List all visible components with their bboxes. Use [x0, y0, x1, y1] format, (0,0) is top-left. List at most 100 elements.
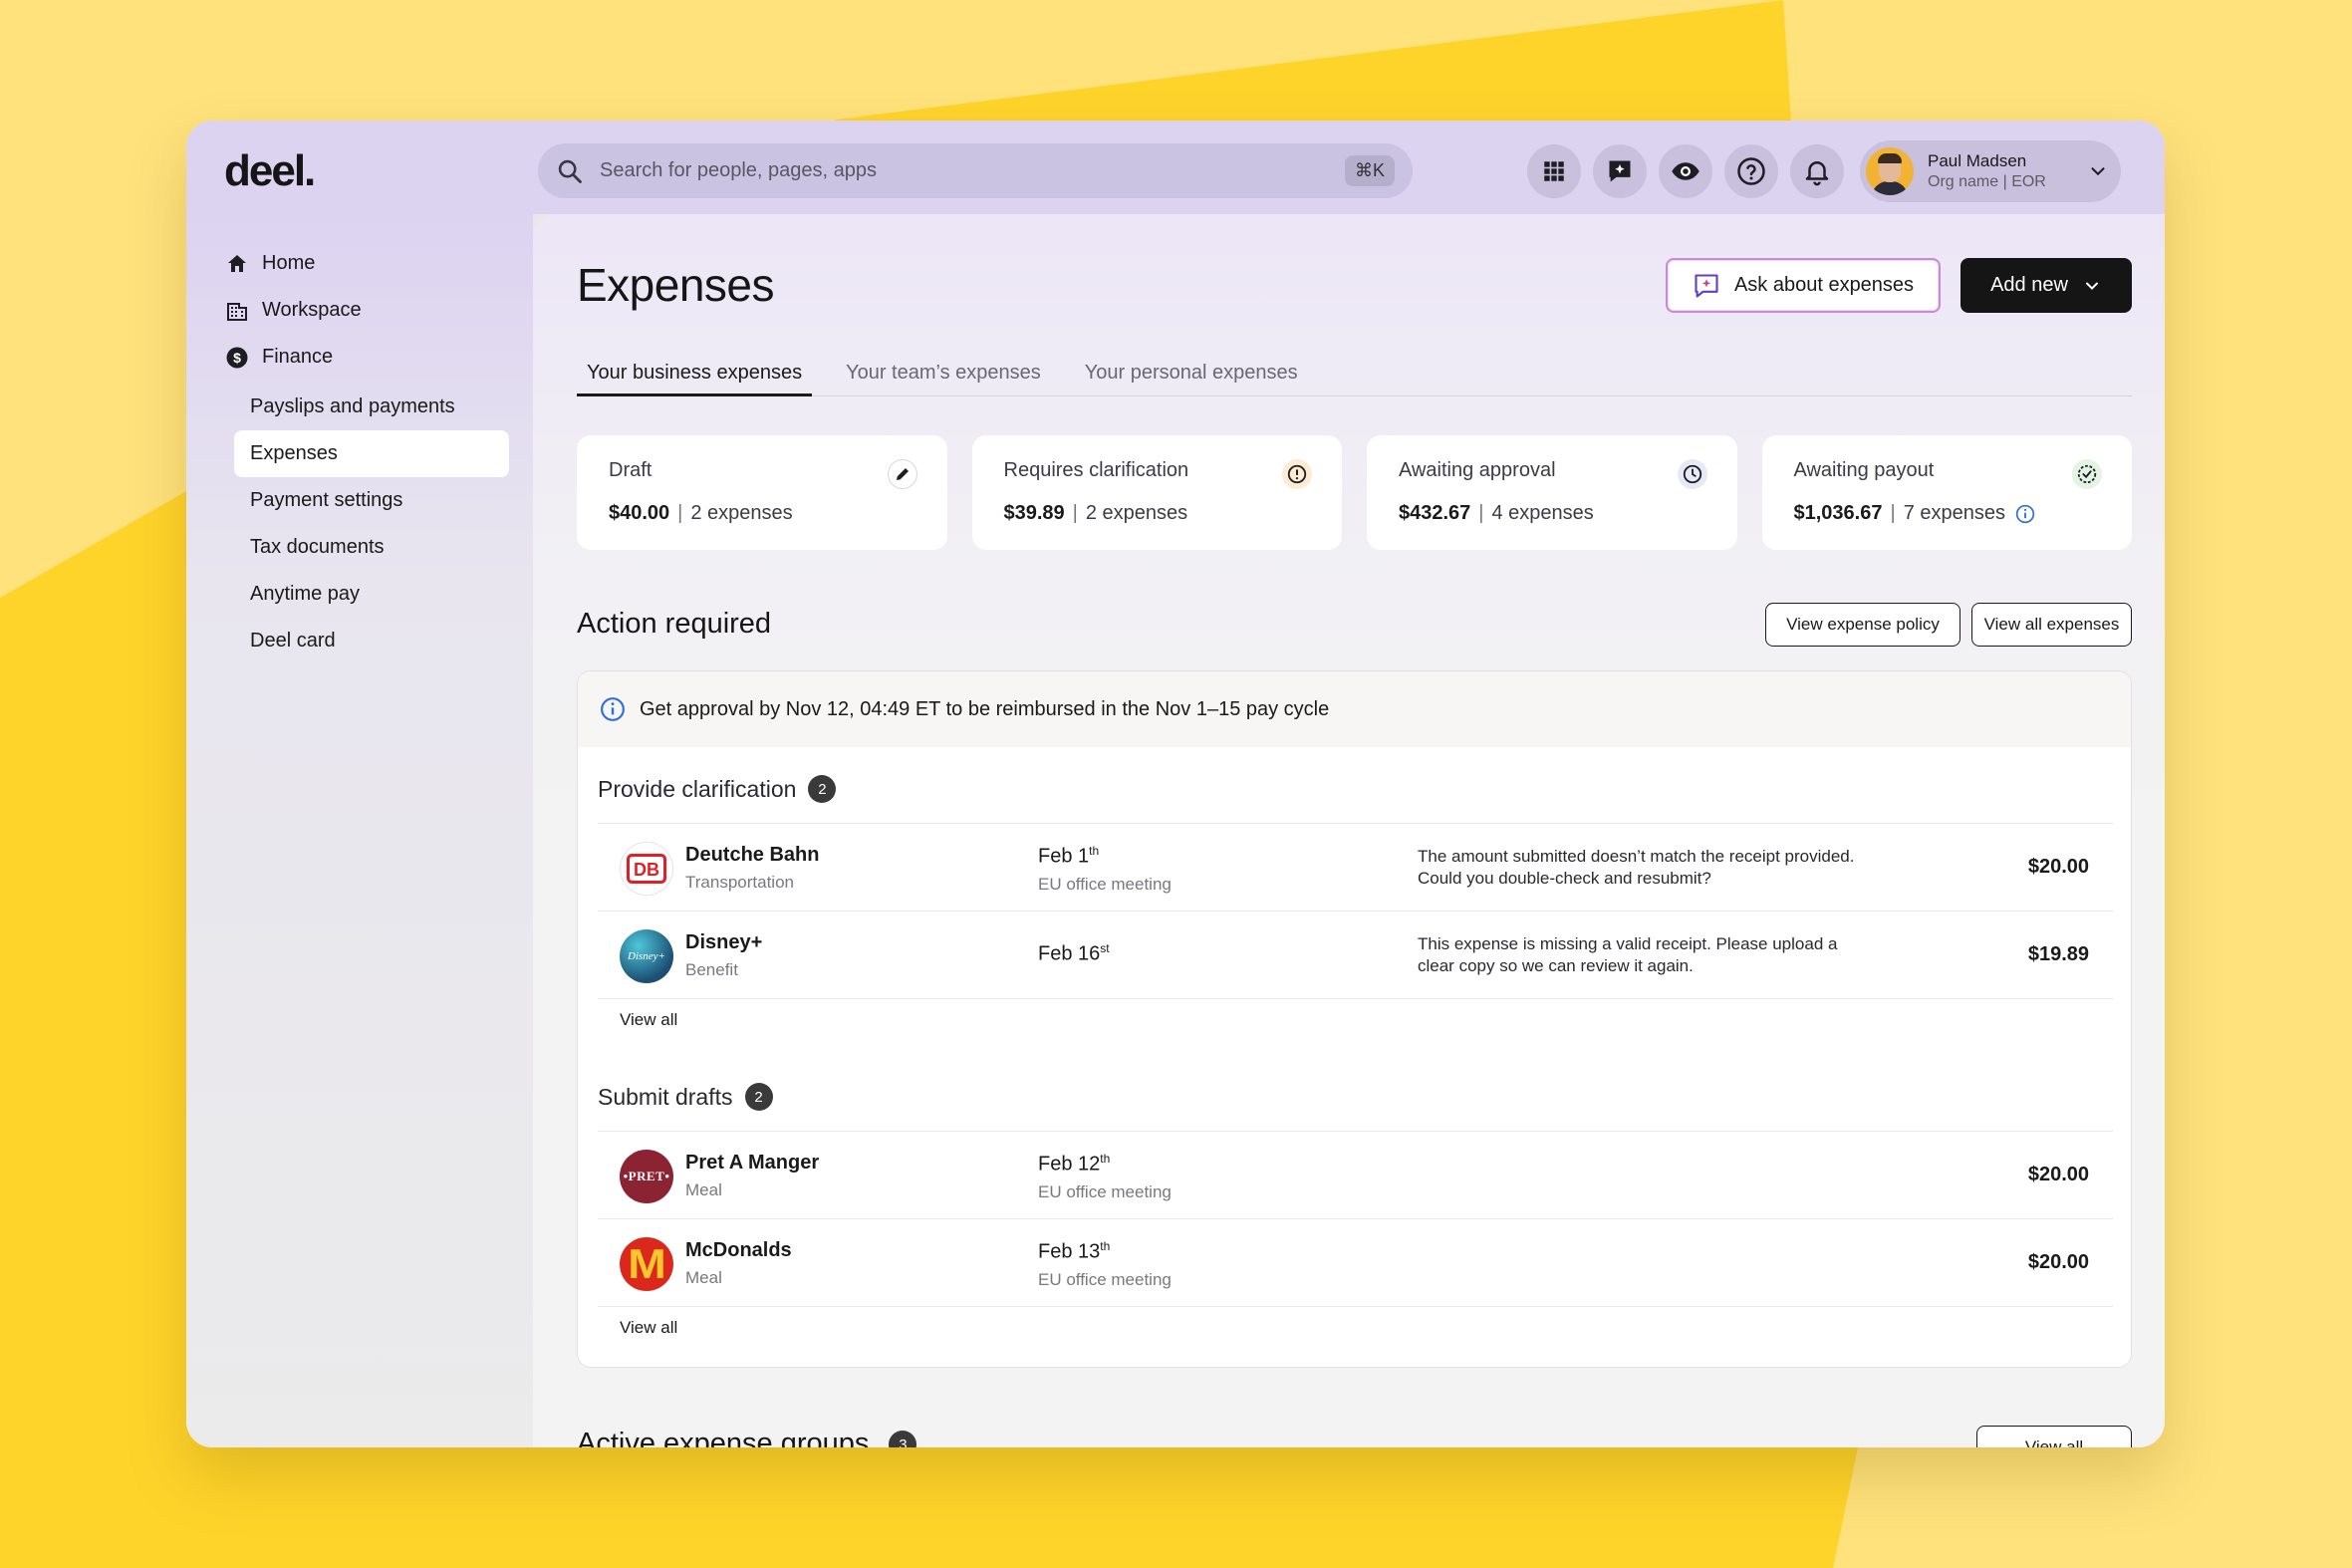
section-title: Submit drafts	[598, 1083, 733, 1110]
sidebar-nav: Home Workspace $ Finance Payslips and pa…	[224, 240, 509, 664]
count-badge: 2	[744, 1083, 773, 1111]
table-row[interactable]: Disney+ Disney+ Benefit Feb 16st This exp…	[598, 911, 2113, 998]
tab-business-expenses[interactable]: Your business expenses	[577, 354, 813, 396]
mcdonalds-logo: M	[620, 1237, 673, 1291]
avatar	[1866, 147, 1914, 195]
sidebar-item-anytime-pay[interactable]: Anytime pay	[224, 571, 509, 618]
card-count: 4 expenses	[1491, 502, 1594, 524]
svg-text:DB: DB	[634, 860, 659, 880]
summary-cards: Draft $40.00 | 2 expenses Requires clarifi…	[577, 435, 2132, 550]
count-badge: 3	[889, 1431, 917, 1447]
expense-event: EU office meeting	[1038, 1269, 1172, 1289]
card-count: 7 expenses	[1903, 502, 2005, 524]
main-content: Expenses Ask about expenses Add new Your…	[533, 214, 2165, 1447]
card-amount: $432.67	[1399, 502, 1471, 524]
page-title: Expenses	[577, 259, 775, 311]
table-row[interactable]: •PRET• Pret A Manger Meal Feb 12th EU offi…	[598, 1131, 2113, 1218]
sidebar-item-label: Workspace	[262, 299, 362, 321]
summary-card-approval[interactable]: Awaiting approval $432.67 | 4 expenses	[1367, 435, 1737, 550]
submit-drafts-header: Submit drafts 2	[598, 1083, 773, 1111]
sidebar-item-home[interactable]: Home	[224, 240, 509, 287]
ask-label: Ask about expenses	[1733, 274, 1915, 296]
expense-amount: $19.89	[2027, 943, 2089, 965]
view-all-groups-button[interactable]: View all	[1976, 1426, 2132, 1447]
expense-date: Feb 13th	[1038, 1239, 1111, 1263]
card-label: Awaiting approval	[1399, 459, 1556, 481]
sidebar-item-deel-card[interactable]: Deel card	[224, 618, 509, 664]
merchant-name: Pret A Manger	[685, 1152, 820, 1174]
row-divider	[598, 1306, 2113, 1307]
sidebar-item-finance[interactable]: $ Finance	[224, 334, 509, 381]
user-menu[interactable]: Paul Madsen Org name | EOR	[1860, 140, 2121, 202]
card-count: 2 expenses	[690, 502, 793, 524]
clarification-message: This expense is missing a valid receipt.…	[1418, 934, 1838, 975]
sidebar-item-label: Finance	[262, 346, 334, 368]
sidebar-item-payment-settings[interactable]: Payment settings	[224, 477, 509, 524]
ask-about-expenses-button[interactable]: Ask about expenses	[1666, 258, 1941, 313]
help-button[interactable]	[1724, 144, 1778, 198]
apps-grid-button[interactable]	[1527, 144, 1581, 198]
view-all-clarification-link[interactable]: View all	[620, 1010, 677, 1030]
active-expense-groups-title: Active expense groups 3	[577, 1428, 917, 1447]
card-label: Awaiting payout	[1793, 459, 1935, 481]
alert-icon	[1282, 459, 1312, 489]
search-bar[interactable]: Search for people, pages, apps ⌘K	[538, 143, 1413, 198]
table-row[interactable]: DB Deutche Bahn Transportation Feb 1th EU …	[598, 823, 2113, 911]
card-count: 2 expenses	[1085, 502, 1188, 524]
svg-text:$: $	[233, 350, 241, 366]
add-new-label: Add new	[1990, 274, 2068, 296]
clarification-message: The amount submitted doesn’t match the r…	[1418, 847, 1855, 888]
notice-text: Get approval by Nov 12, 04:49 ET to be r…	[640, 697, 1330, 720]
action-required-panel: Get approval by Nov 12, 04:49 ET to be r…	[577, 670, 2132, 1368]
add-new-button[interactable]: Add new	[1960, 258, 2132, 313]
ai-chat-button[interactable]	[1593, 144, 1647, 198]
sidebar-item-workspace[interactable]: Workspace	[224, 287, 509, 334]
count-badge: 2	[808, 775, 837, 803]
merchant-name: Deutche Bahn	[685, 844, 820, 866]
disney-plus-logo: Disney+	[620, 929, 673, 983]
merchant-name: Disney+	[685, 931, 763, 953]
summary-card-payout[interactable]: Awaiting payout $1,036.67 | 7 expenses	[1761, 435, 2132, 550]
expense-date: Feb 16st	[1038, 941, 1110, 965]
deel-logo[interactable]: deel.	[224, 146, 316, 196]
section-title: Active expense groups	[577, 1428, 870, 1447]
notifications-button[interactable]	[1790, 144, 1844, 198]
expense-date: Feb 12th	[1038, 1152, 1111, 1176]
building-icon	[227, 302, 247, 321]
tab-team-expenses[interactable]: Your team’s expenses	[836, 354, 1051, 396]
summary-card-clarification[interactable]: Requires clarification $39.89 | 2 expenses	[971, 435, 1342, 550]
clock-icon	[1677, 459, 1707, 489]
home-icon	[228, 254, 246, 272]
info-icon	[601, 697, 625, 721]
sidebar-item-payslips[interactable]: Payslips and payments	[224, 384, 509, 430]
section-title: Provide clarification	[598, 775, 797, 802]
view-all-expenses-button[interactable]: View all expenses	[1971, 603, 2132, 647]
card-label: Requires clarification	[1003, 459, 1189, 481]
pencil-icon	[887, 459, 917, 489]
merchant-name: McDonalds	[685, 1239, 792, 1261]
card-amount: $1,036.67	[1793, 502, 1883, 524]
sidebar-item-tax-documents[interactable]: Tax documents	[224, 524, 509, 571]
bell-icon	[1805, 161, 1829, 186]
provide-clarification-header: Provide clarification 2	[598, 775, 837, 803]
table-row[interactable]: M McDonalds Meal Feb 13th EU office meetin…	[598, 1218, 2113, 1306]
view-all-drafts-link[interactable]: View all	[620, 1318, 677, 1338]
card-amount: $39.89	[1003, 502, 1065, 524]
summary-card-draft[interactable]: Draft $40.00 | 2 expenses	[577, 435, 947, 550]
sidebar-item-expenses[interactable]: Expenses	[234, 430, 509, 477]
view-expense-policy-button[interactable]: View expense policy	[1765, 603, 1960, 647]
expense-date: Feb 1th	[1038, 844, 1100, 868]
merchant-category: Transportation	[685, 873, 794, 892]
info-icon[interactable]	[2015, 504, 2035, 524]
expense-amount: $20.00	[2027, 1164, 2089, 1185]
app-window: deel. Search for people, pages, apps ⌘K …	[186, 121, 2165, 1447]
expense-amount: $20.00	[2027, 856, 2089, 878]
tab-personal-expenses[interactable]: Your personal expenses	[1075, 354, 1308, 396]
merchant-category: Meal	[685, 1180, 722, 1199]
pret-a-manger-logo: •PRET•	[620, 1150, 673, 1203]
view-as-button[interactable]	[1659, 144, 1712, 198]
expense-event: EU office meeting	[1038, 874, 1172, 894]
merchant-category: Benefit	[685, 960, 738, 979]
search-placeholder: Search for people, pages, apps	[600, 159, 877, 181]
sidebar-item-label: Home	[262, 252, 316, 274]
